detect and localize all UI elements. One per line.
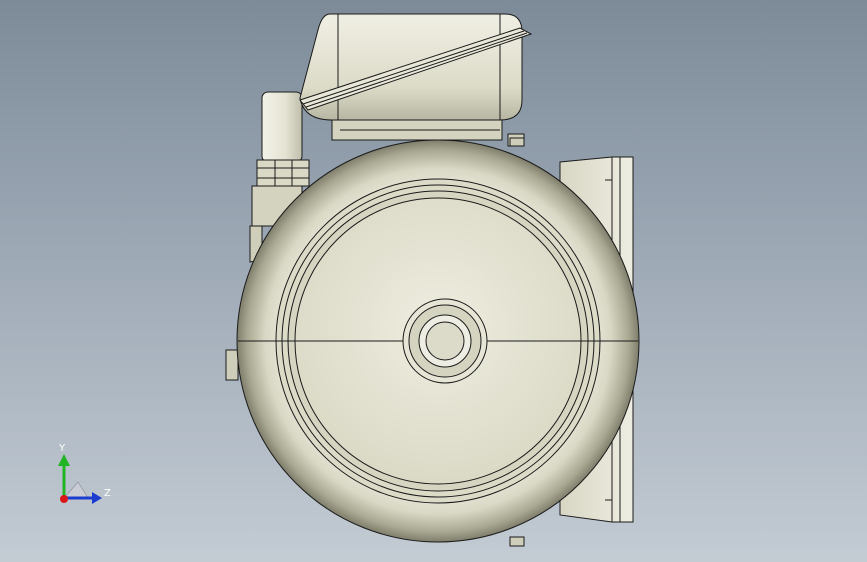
triad-plane-shade	[63, 481, 89, 499]
motor-model[interactable]	[0, 0, 867, 562]
y-axis-label: Y	[58, 443, 66, 454]
terminal-box	[299, 13, 533, 147]
z-axis-arrow	[92, 492, 102, 504]
coordinate-triad: Y Z	[58, 443, 111, 504]
x-axis-point	[60, 495, 68, 503]
z-axis-label: Z	[104, 488, 111, 499]
3d-viewport[interactable]: Y Z	[0, 0, 867, 562]
y-axis-arrow	[58, 454, 70, 466]
